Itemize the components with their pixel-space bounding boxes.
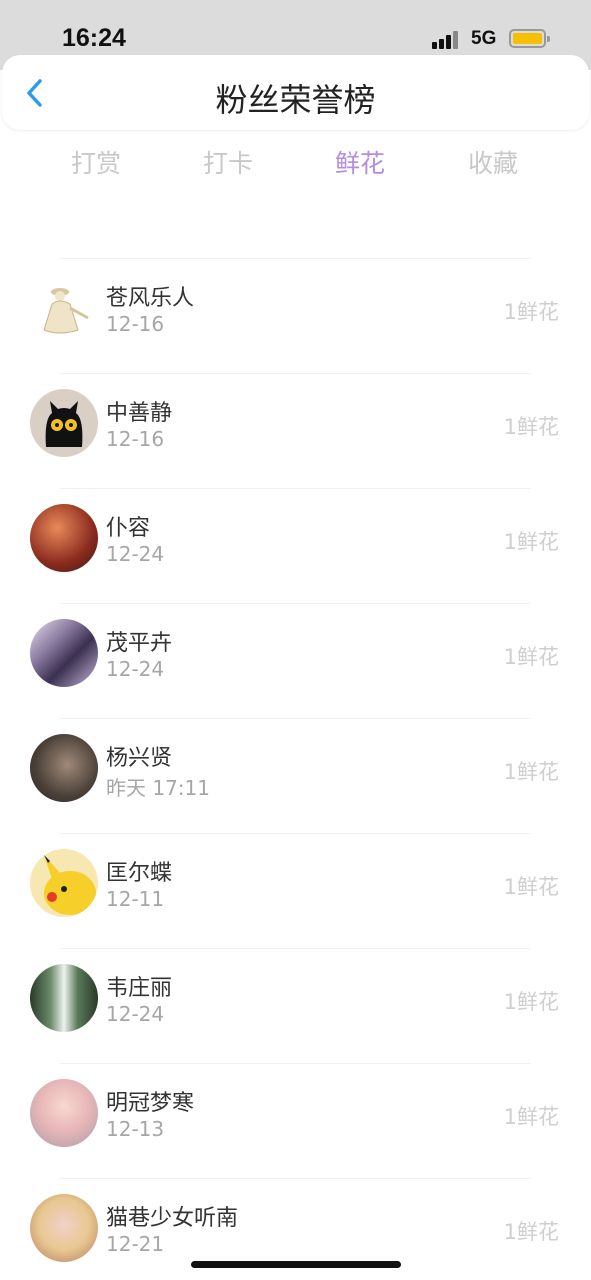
list-item-date: 12-13 xyxy=(106,1117,165,1141)
avatar xyxy=(30,964,98,1032)
list-item[interactable]: 杨兴贤 昨天 17:11 1鲜花 xyxy=(0,718,591,833)
list-item-date: 12-24 xyxy=(106,542,165,566)
list-item-value: 1鲜花 xyxy=(503,760,559,784)
list-item[interactable]: 韦庄丽 12-24 1鲜花 xyxy=(0,948,591,1063)
tab-bar: 打赏 打卡 鲜花 收藏 xyxy=(0,140,591,186)
list-item-date: 12-11 xyxy=(106,887,165,911)
list-item[interactable]: 茂平卉 12-24 1鲜花 xyxy=(0,603,591,718)
avatar xyxy=(30,389,98,457)
tab-flowers[interactable]: 鲜花 xyxy=(320,144,400,180)
list-item[interactable]: 中善静 12-16 1鲜花 xyxy=(0,373,591,488)
avatar xyxy=(30,504,98,572)
list-item[interactable]: 仆容 12-24 1鲜花 xyxy=(0,488,591,603)
home-indicator[interactable] xyxy=(191,1261,401,1268)
fan-list: 12-21 苍风乐人 12-16 1鲜花 中 xyxy=(0,186,591,1280)
avatar xyxy=(30,849,98,917)
list-item[interactable]: 匡尔蝶 12-11 1鲜花 xyxy=(0,833,591,948)
tab-favorites[interactable]: 收藏 xyxy=(453,144,533,180)
nav-bar: 粉丝荣誉榜 xyxy=(2,55,589,130)
list-item-name: 匡尔蝶 xyxy=(106,861,173,886)
list-item-name: 猫巷少女听南 xyxy=(106,1206,239,1231)
list-item-name: 仆容 xyxy=(106,516,151,541)
list-item-value: 1鲜花 xyxy=(503,530,559,554)
avatar xyxy=(30,274,98,342)
list-item-value: 1鲜花 xyxy=(503,1105,559,1129)
battery-icon xyxy=(509,29,550,48)
list-item-value: 1鲜花 xyxy=(503,300,559,324)
tab-checkin[interactable]: 打卡 xyxy=(188,144,268,180)
battery-fill xyxy=(513,33,542,44)
tab-reward[interactable]: 打赏 xyxy=(56,144,136,180)
list-item-date: 12-24 xyxy=(106,657,165,681)
avatar xyxy=(30,1194,98,1262)
list-item-value: 1鲜花 xyxy=(503,645,559,669)
list-item[interactable]: 苍风乐人 12-16 1鲜花 xyxy=(0,258,591,373)
list-item-value: 1鲜花 xyxy=(503,415,559,439)
list-item-date: 12-16 xyxy=(106,427,165,451)
avatar xyxy=(30,734,98,802)
list-item-date: 12-21 xyxy=(106,1232,165,1256)
list-item-name: 杨兴贤 xyxy=(106,746,173,771)
avatar xyxy=(30,619,98,687)
avatar xyxy=(30,1079,98,1147)
signal-icon xyxy=(432,31,462,49)
list-item-date: 昨天 17:11 xyxy=(106,776,210,800)
status-time: 16:24 xyxy=(62,24,126,52)
list-item-name: 茂平卉 xyxy=(106,631,173,656)
list-item-date: 12-16 xyxy=(106,312,165,336)
list-item-name: 苍风乐人 xyxy=(106,286,195,311)
list-item-value: 1鲜花 xyxy=(503,990,559,1014)
page-title: 粉丝荣誉榜 xyxy=(215,81,376,119)
list-item-name: 明冠梦寒 xyxy=(106,1091,195,1116)
list-item-name: 中善静 xyxy=(106,401,173,426)
list-item-value: 1鲜花 xyxy=(503,1220,559,1244)
network-label: 5G xyxy=(471,28,497,49)
list-item-name: 韦庄丽 xyxy=(106,976,173,1001)
list-item-value: 1鲜花 xyxy=(503,875,559,899)
list-item[interactable]: 明冠梦寒 12-13 1鲜花 xyxy=(0,1063,591,1178)
list-item-date: 12-24 xyxy=(106,1002,165,1026)
